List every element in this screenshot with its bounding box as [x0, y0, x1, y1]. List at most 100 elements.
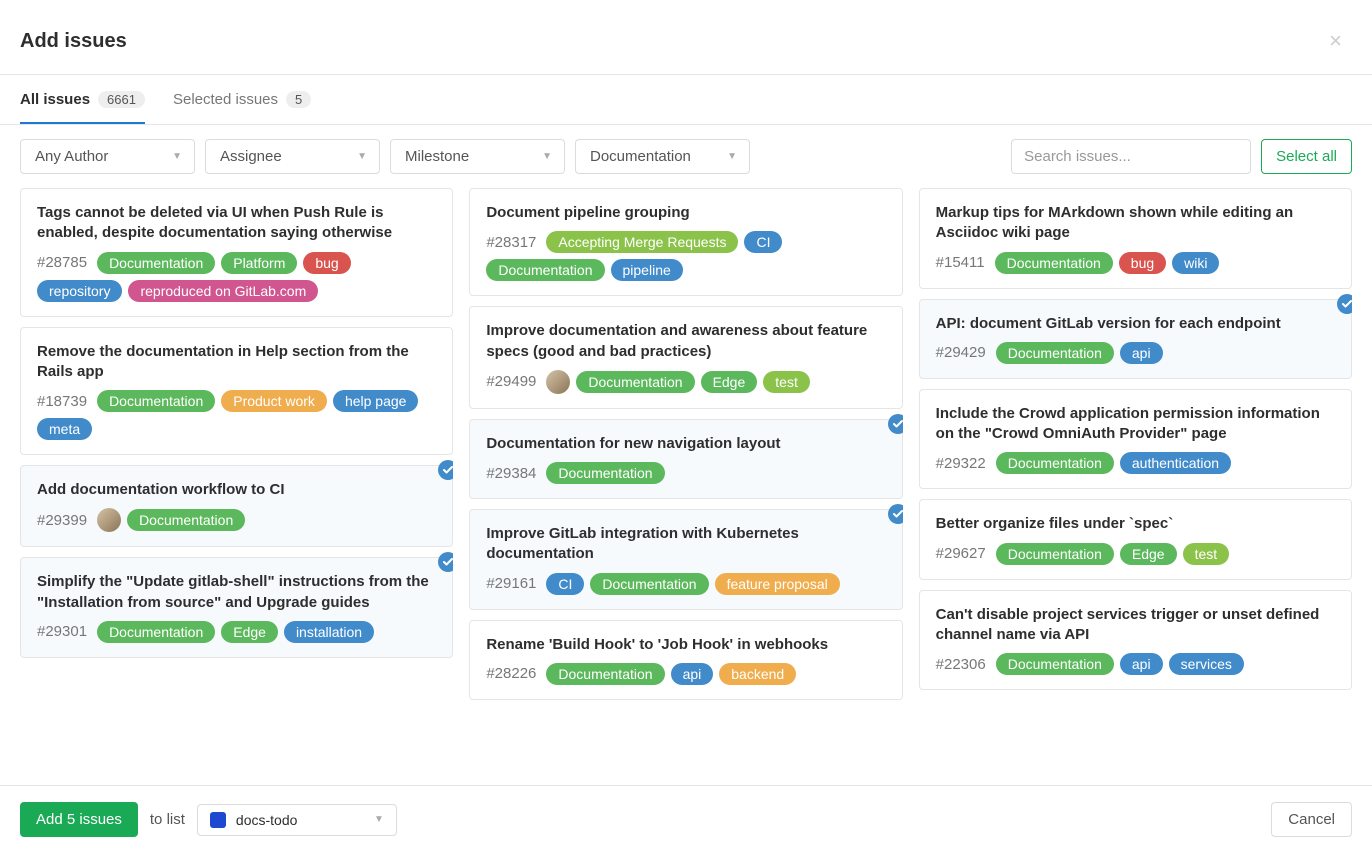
- issue-title: Document pipeline grouping: [486, 203, 885, 223]
- tab-selected-issues[interactable]: Selected issues 5: [173, 75, 311, 124]
- issue-number: #29322: [936, 455, 986, 472]
- issue-number: #28226: [486, 665, 536, 682]
- avatar: [97, 508, 121, 532]
- issue-number: #29301: [37, 623, 87, 640]
- issue-meta: #28317Accepting Merge RequestsCIDocument…: [486, 231, 885, 281]
- issue-label[interactable]: Documentation: [996, 543, 1114, 565]
- issue-label[interactable]: Platform: [221, 252, 297, 274]
- issue-label[interactable]: Documentation: [546, 462, 664, 484]
- author-dropdown[interactable]: Any Author▼: [20, 139, 195, 174]
- issue-card[interactable]: Documentation for new navigation layout #…: [469, 419, 902, 499]
- milestone-dropdown[interactable]: Milestone▼: [390, 139, 565, 174]
- search-input[interactable]: [1011, 139, 1251, 174]
- issue-title: Tags cannot be deleted via UI when Push …: [37, 203, 436, 244]
- issue-card[interactable]: Improve documentation and awareness abou…: [469, 306, 902, 409]
- issue-card[interactable]: Simplify the "Update gitlab-shell" instr…: [20, 557, 453, 658]
- issue-label[interactable]: Edge: [1120, 543, 1177, 565]
- issue-card[interactable]: Improve GitLab integration with Kubernet…: [469, 509, 902, 610]
- issue-meta: #29384Documentation: [486, 462, 885, 484]
- issue-label[interactable]: Accepting Merge Requests: [546, 231, 738, 253]
- issue-label[interactable]: api: [671, 663, 714, 685]
- chevron-down-icon: ▼: [374, 814, 384, 825]
- issue-label[interactable]: Documentation: [995, 252, 1113, 274]
- chevron-down-icon: ▼: [357, 151, 367, 162]
- modal-title: Add issues: [20, 30, 127, 53]
- issue-column: Markup tips for MArkdown shown while edi…: [919, 188, 1352, 777]
- issue-card[interactable]: Remove the documentation in Help section…: [20, 327, 453, 456]
- issue-card[interactable]: Better organize files under `spec`#29627…: [919, 499, 1352, 579]
- issue-label[interactable]: Documentation: [546, 663, 664, 685]
- select-all-button[interactable]: Select all: [1261, 139, 1352, 174]
- issue-meta: #29429Documentationapi: [936, 342, 1335, 364]
- issue-title: Improve GitLab integration with Kubernet…: [486, 524, 885, 565]
- issue-meta: #29161 CI Documentation feature proposal: [486, 573, 885, 595]
- issue-label[interactable]: api: [1120, 342, 1163, 364]
- issue-label[interactable]: bug: [1119, 252, 1166, 274]
- issue-label[interactable]: Documentation: [996, 653, 1114, 675]
- issue-card[interactable]: Can't disable project services trigger o…: [919, 590, 1352, 691]
- list-dropdown[interactable]: docs-todo ▼: [197, 804, 397, 836]
- assignee-dropdown[interactable]: Assignee▼: [205, 139, 380, 174]
- to-list-label: to list: [150, 811, 185, 828]
- issue-meta: #28785DocumentationPlatformbugrepository…: [37, 252, 436, 302]
- issue-label[interactable]: Edge: [221, 621, 278, 643]
- issue-label[interactable]: meta: [37, 418, 92, 440]
- issue-label[interactable]: Documentation: [996, 342, 1114, 364]
- issue-label[interactable]: CI: [744, 231, 782, 253]
- tab-label: All issues: [20, 91, 90, 108]
- issue-label[interactable]: Product work: [221, 390, 327, 412]
- issue-label[interactable]: Documentation: [97, 252, 215, 274]
- issue-label[interactable]: Documentation: [127, 509, 245, 531]
- issue-label[interactable]: Documentation: [97, 621, 215, 643]
- issue-label[interactable]: wiki: [1172, 252, 1219, 274]
- list-name: docs-todo: [236, 812, 297, 828]
- tab-all-issues[interactable]: All issues 6661: [20, 75, 145, 124]
- issue-label[interactable]: test: [1183, 543, 1230, 565]
- issue-card[interactable]: Tags cannot be deleted via UI when Push …: [20, 188, 453, 317]
- issue-label[interactable]: CI: [546, 573, 584, 595]
- issue-title: Markup tips for MArkdown shown while edi…: [936, 203, 1335, 244]
- issue-label[interactable]: Edge: [701, 371, 758, 393]
- issue-label[interactable]: authentication: [1120, 452, 1231, 474]
- issue-label[interactable]: installation: [284, 621, 374, 643]
- issue-label[interactable]: help page: [333, 390, 419, 412]
- issue-meta: #29627DocumentationEdgetest: [936, 543, 1335, 565]
- issue-label[interactable]: Documentation: [486, 259, 604, 281]
- issue-label[interactable]: repository: [37, 280, 122, 302]
- issue-title: Simplify the "Update gitlab-shell" instr…: [37, 572, 436, 613]
- issue-label[interactable]: test: [763, 371, 810, 393]
- label-dropdown[interactable]: Documentation▼: [575, 139, 750, 174]
- issue-card[interactable]: Document pipeline grouping#28317Acceptin…: [469, 188, 902, 296]
- add-issues-button[interactable]: Add 5 issues: [20, 802, 138, 837]
- issue-number: #29161: [486, 575, 536, 592]
- issue-title: Documentation for new navigation layout: [486, 434, 885, 454]
- issue-label[interactable]: Documentation: [97, 390, 215, 412]
- issue-card[interactable]: Include the Crowd application permission…: [919, 389, 1352, 490]
- issue-card[interactable]: Rename 'Build Hook' to 'Job Hook' in web…: [469, 620, 902, 700]
- cancel-button[interactable]: Cancel: [1271, 802, 1352, 837]
- issue-card[interactable]: API: document GitLab version for each en…: [919, 299, 1352, 379]
- issue-title: Add documentation workflow to CI: [37, 480, 436, 500]
- issue-label[interactable]: backend: [719, 663, 796, 685]
- issue-column: Document pipeline grouping#28317Acceptin…: [469, 188, 902, 777]
- issue-label[interactable]: Documentation: [590, 573, 708, 595]
- dropdown-label: Any Author: [35, 148, 108, 165]
- issue-label[interactable]: bug: [303, 252, 350, 274]
- issue-meta: #22306Documentationapiservices: [936, 653, 1335, 675]
- issue-label[interactable]: feature proposal: [715, 573, 840, 595]
- issue-card[interactable]: Markup tips for MArkdown shown while edi…: [919, 188, 1352, 289]
- issue-label[interactable]: pipeline: [611, 259, 683, 281]
- selected-check-icon: [438, 552, 453, 572]
- close-icon[interactable]: ×: [1319, 24, 1352, 58]
- issue-label[interactable]: reproduced on GitLab.com: [128, 280, 318, 302]
- issue-title: Can't disable project services trigger o…: [936, 605, 1335, 646]
- issue-title: Improve documentation and awareness abou…: [486, 321, 885, 362]
- issue-card[interactable]: Add documentation workflow to CI #29399Do…: [20, 465, 453, 547]
- tab-count: 6661: [98, 91, 145, 108]
- issue-label[interactable]: Documentation: [996, 452, 1114, 474]
- issue-label[interactable]: Documentation: [576, 371, 694, 393]
- issue-meta: #29399Documentation: [37, 508, 436, 532]
- issue-label[interactable]: services: [1169, 653, 1244, 675]
- issue-label[interactable]: api: [1120, 653, 1163, 675]
- tab-label: Selected issues: [173, 91, 278, 108]
